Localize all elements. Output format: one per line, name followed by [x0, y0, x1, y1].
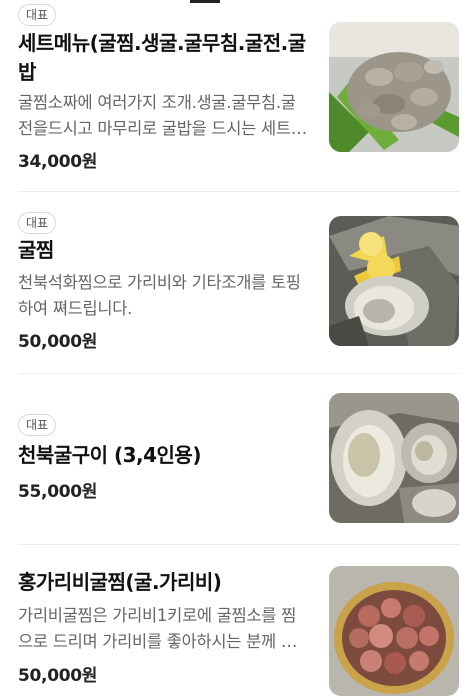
signature-badge: 대표: [18, 414, 57, 436]
menu-item-title: 굴찜: [18, 238, 54, 262]
menu-item-grilled-oyster[interactable]: 대표 천북굴구이 (3,4인용) 55,000원: [0, 374, 466, 544]
menu-item-scallop-oyster[interactable]: 홍가리비굴찜(굴.가리비) 가리비굴찜은 가리비1키로에 굴찜소를 찜으로 드리…: [0, 545, 466, 696]
menu-item-price: 50,000원: [18, 332, 98, 352]
menu-item-price: 50,000원: [18, 666, 98, 686]
menu-item-image[interactable]: [329, 22, 459, 152]
menu-item-title: 천북굴구이 (3,4인용): [18, 443, 201, 467]
signature-badge: 대표: [18, 4, 57, 26]
oyster-set-photo-icon: [329, 22, 459, 152]
menu-item-steamed-oyster[interactable]: 대표 굴찜 천북석화찜으로 가리비와 기타조개를 토핑하여 쪄드립니다. 50,…: [0, 192, 466, 372]
menu-item-title: 홍가리비굴찜(굴.가리비): [18, 570, 222, 594]
signature-badge: 대표: [18, 212, 57, 234]
menu-item-title: 세트메뉴(굴찜.생굴.굴무침.굴전.굴밥: [18, 31, 306, 84]
menu-item-image[interactable]: [329, 393, 459, 523]
menu-item-description: 굴찜소짜에 여러가지 조개.생굴.굴무침.굴전을드시고 마무리로 굴밥을 드시는…: [18, 93, 306, 138]
grilled-oyster-photo-icon: [329, 393, 459, 523]
steamed-oyster-photo-icon: [329, 216, 459, 346]
menu-item-description: 가리비굴찜은 가리비1키로에 굴찜소를 찜으로 드리며 가리비를 좋아하시는 분…: [18, 606, 296, 651]
menu-item-description: 천북석화찜으로 가리비와 기타조개를 토핑하여 쪄드립니다.: [18, 273, 301, 318]
menu-item-image[interactable]: [329, 216, 459, 346]
menu-item-image[interactable]: [329, 566, 459, 696]
menu-item-price: 55,000원: [18, 482, 98, 502]
menu-item-price: 34,000원: [18, 152, 98, 172]
menu-item-set[interactable]: 대표 세트메뉴(굴찜.생굴.굴무침.굴전.굴밥 굴찜소짜에 여러가지 조개.생굴…: [0, 0, 466, 190]
scallop-oyster-photo-icon: [329, 566, 459, 696]
